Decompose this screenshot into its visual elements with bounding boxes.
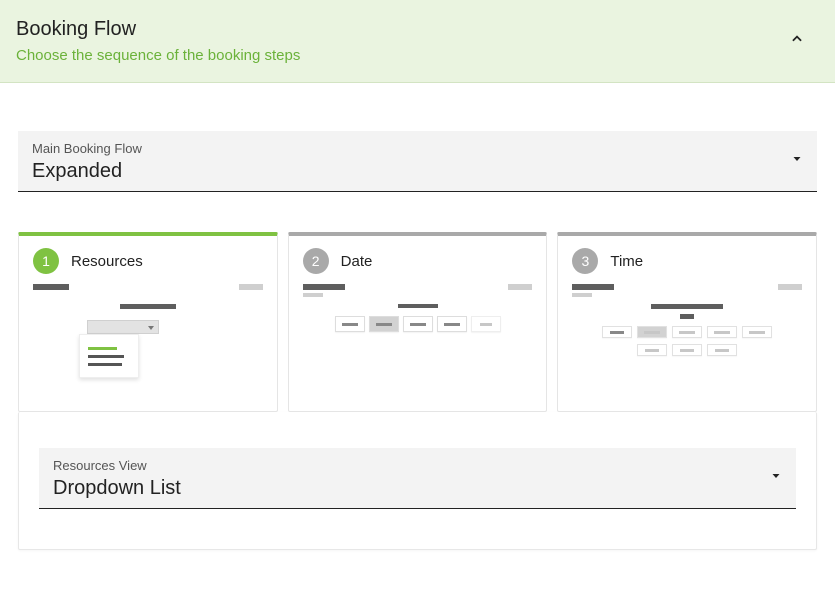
chevron-up-icon: [790, 32, 804, 51]
resources-illustration: [33, 284, 263, 394]
booking-steps-row: 1 Resources 2 Date: [0, 192, 835, 412]
select-label: Resources View: [53, 458, 782, 473]
step-card-resources[interactable]: 1 Resources: [18, 232, 278, 412]
collapse-section-button[interactable]: [777, 21, 817, 61]
caret-down-icon: [791, 152, 803, 170]
section-header-text: Booking Flow Choose the sequence of the …: [16, 18, 777, 64]
step-title: Time: [610, 253, 643, 270]
select-value: Dropdown List: [53, 477, 782, 500]
main-booking-flow-select[interactable]: Main Booking Flow Expanded: [18, 131, 817, 192]
select-label: Main Booking Flow: [32, 141, 803, 156]
resources-view-select[interactable]: Resources View Dropdown List: [39, 448, 796, 509]
time-illustration: [572, 284, 802, 394]
step-card-time[interactable]: 3 Time: [557, 232, 817, 412]
section-subtitle: Choose the sequence of the booking steps: [16, 47, 777, 64]
step-title: Resources: [71, 253, 143, 270]
date-illustration: [303, 284, 533, 394]
section-header[interactable]: Booking Flow Choose the sequence of the …: [0, 0, 835, 83]
step-card-date[interactable]: 2 Date: [288, 232, 548, 412]
select-value: Expanded: [32, 160, 803, 183]
caret-down-icon: [770, 469, 782, 487]
step-number-badge: 1: [33, 248, 59, 274]
step-title: Date: [341, 253, 373, 270]
section-title: Booking Flow: [16, 18, 777, 41]
step-number-badge: 3: [572, 248, 598, 274]
step-number-badge: 2: [303, 248, 329, 274]
step-settings-panel: Resources View Dropdown List: [18, 412, 817, 550]
